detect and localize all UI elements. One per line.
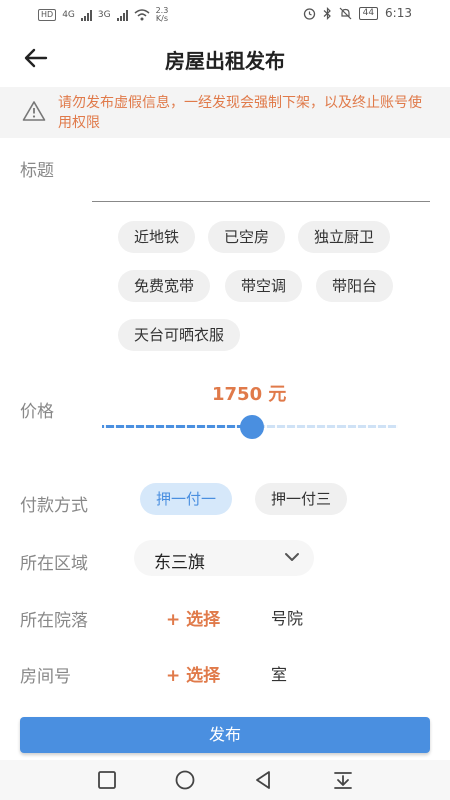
back-icon[interactable]	[251, 768, 275, 792]
net-speed: 2.3 K/s	[156, 7, 169, 23]
region-dropdown[interactable]: 东三旗	[134, 540, 314, 576]
payment-option-1-1[interactable]: 押一付一	[140, 483, 233, 515]
signal-icon	[116, 9, 128, 21]
navigation-bar	[0, 760, 450, 800]
tag-private-kitchen-bath[interactable]: 独立厨卫	[298, 221, 391, 253]
status-right: 44 6:13	[303, 6, 412, 20]
price-value: 1750 元	[212, 384, 287, 405]
signal-icon	[80, 9, 92, 21]
price-slider-thumb[interactable]	[240, 415, 264, 439]
alarm-icon	[303, 7, 315, 20]
bluetooth-icon	[323, 6, 331, 20]
tag-free-broadband[interactable]: 免费宽带	[118, 270, 211, 302]
battery-icon: 44	[358, 6, 379, 20]
courtyard-suffix: 号院	[271, 609, 304, 628]
warning-icon	[22, 101, 46, 121]
room-label: 房间号	[20, 667, 71, 687]
home-icon[interactable]	[173, 768, 197, 792]
tag-balcony[interactable]: 带阳台	[316, 270, 394, 302]
price-label: 价格	[20, 402, 54, 422]
sim1-label: 4G	[62, 10, 75, 20]
payment-option-1-3[interactable]: 押一付三	[255, 483, 348, 515]
chevron-down-icon	[285, 553, 299, 561]
title-label: 标题	[20, 161, 54, 181]
courtyard-select-button[interactable]: + 选择	[166, 605, 220, 630]
hd-indicator: HD	[38, 9, 57, 21]
status-bar: HD 4G 3G 2.3 K/s 44 6:13	[0, 0, 450, 30]
tag-rooftop-drying[interactable]: 天台可晒衣服	[118, 319, 241, 351]
status-time: 6:13	[385, 6, 412, 20]
tag-vacant[interactable]: 已空房	[208, 221, 286, 253]
title-input[interactable]	[92, 201, 430, 202]
courtyard-label: 所在院落	[20, 611, 88, 631]
status-left: HD 4G 3G 2.3 K/s	[38, 7, 168, 23]
room-select-button[interactable]: + 选择	[166, 661, 220, 686]
region-value: 东三旗	[154, 553, 205, 573]
notification-shade-icon[interactable]	[331, 768, 355, 792]
region-label: 所在区域	[20, 554, 88, 574]
top-bar: 房屋出租发布	[0, 30, 450, 86]
payment-label: 付款方式	[20, 496, 88, 516]
publish-button[interactable]: 发布	[20, 717, 430, 753]
warning-banner: 请勿发布虚假信息，一经发现会强制下架，以及终止账号使用权限	[0, 87, 450, 138]
warning-text: 请勿发布虚假信息，一经发现会强制下架，以及终止账号使用权限	[58, 95, 422, 131]
recent-apps-icon[interactable]	[95, 768, 119, 792]
net-speed-unit: K/s	[155, 14, 169, 23]
sim2-label: 3G	[97, 10, 111, 20]
tag-air-conditioner[interactable]: 带空调	[225, 270, 303, 302]
wifi-icon	[134, 9, 150, 21]
room-suffix: 室	[271, 665, 288, 684]
page-title: 房屋出租发布	[165, 49, 285, 73]
tag-near-subway[interactable]: 近地铁	[118, 221, 196, 253]
mute-icon	[339, 7, 352, 19]
